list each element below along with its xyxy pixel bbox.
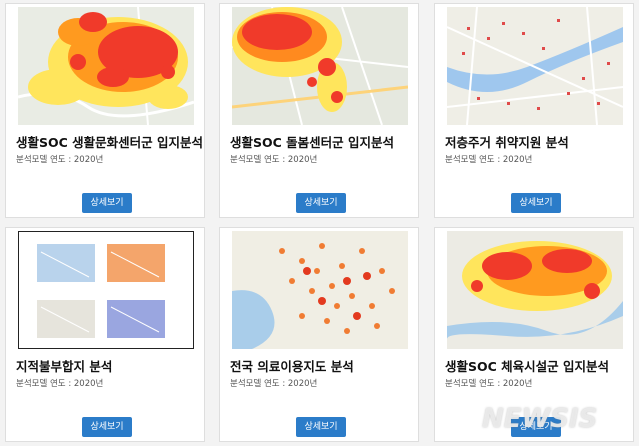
map-thumbnail[interactable]	[447, 7, 623, 125]
heatmap-thumbnail[interactable]	[447, 231, 623, 349]
detail-button[interactable]: 상세보기	[82, 417, 132, 437]
card-title: 저층주거 취약지원 분석	[445, 135, 569, 150]
card-title: 지적불부합지 분석	[16, 359, 113, 374]
analysis-card: 전국 의료이용지도 분석 분석모델 연도 : 2020년 상세보기	[219, 227, 419, 442]
detail-button[interactable]: 상세보기	[296, 193, 346, 213]
detail-button[interactable]: 상세보기	[296, 417, 346, 437]
analysis-card: 생활SOC 돌봄센터군 입지분석 분석모델 연도 : 2020년 상세보기	[219, 3, 419, 218]
heatmap-map-image	[18, 7, 194, 125]
heatmap-thumbnail[interactable]	[232, 7, 408, 125]
card-title: 생활SOC 체육시설군 입지분석	[445, 359, 610, 374]
heatmap-map-image	[232, 7, 408, 125]
card-model-year: 분석모델 연도 : 2020년	[445, 379, 533, 389]
map-grid-thumbnail[interactable]	[18, 231, 194, 349]
detail-button[interactable]: 상세보기	[511, 193, 561, 213]
analysis-card: 지적불부합지 분석 분석모델 연도 : 2020년 상세보기	[5, 227, 205, 442]
analysis-card: 생활SOC 생활문화센터군 입지분석 분석모델 연도 : 2020년 상세보기	[5, 3, 205, 218]
card-model-year: 분석모델 연도 : 2020년	[16, 155, 104, 165]
card-model-year: 분석모델 연도 : 2020년	[230, 155, 318, 165]
seoul-map-image	[447, 7, 623, 125]
dot-map-thumbnail[interactable]	[232, 231, 408, 349]
card-title: 생활SOC 돌봄센터군 입지분석	[230, 135, 395, 150]
heatmap-map-image	[447, 231, 623, 349]
card-title: 전국 의료이용지도 분석	[230, 359, 354, 374]
news-watermark: NEWSIS	[482, 404, 598, 434]
card-model-year: 분석모델 연도 : 2020년	[230, 379, 318, 389]
card-model-year: 분석모델 연도 : 2020년	[445, 155, 533, 165]
card-model-year: 분석모델 연도 : 2020년	[16, 379, 104, 389]
card-title: 생활SOC 생활문화센터군 입지분석	[16, 135, 204, 150]
four-map-grid-image	[19, 232, 193, 348]
detail-button[interactable]: 상세보기	[82, 193, 132, 213]
heatmap-thumbnail[interactable]	[18, 7, 194, 125]
medical-dot-map-image	[232, 231, 408, 349]
analysis-card: 저층주거 취약지원 분석 분석모델 연도 : 2020년 상세보기	[434, 3, 634, 218]
